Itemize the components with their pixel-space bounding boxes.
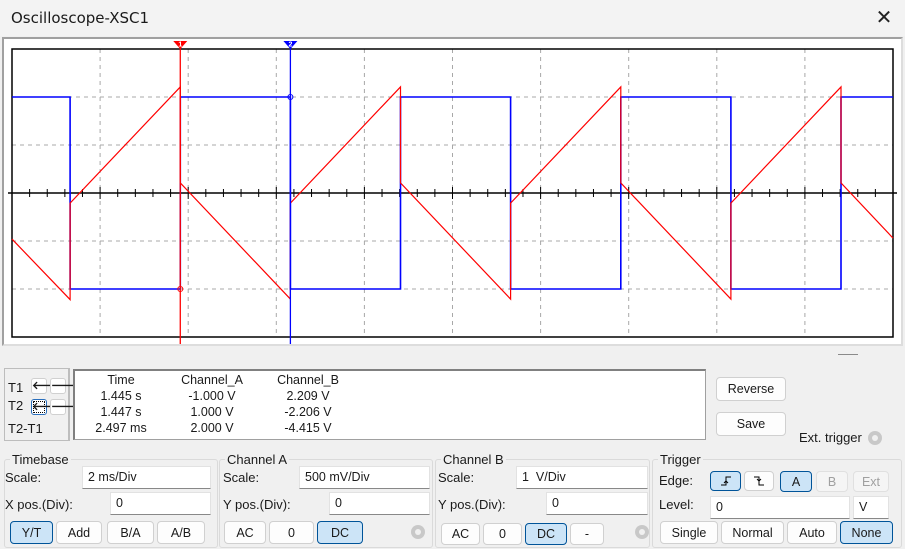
panel-splitter[interactable]: [838, 354, 858, 355]
trigger-source-b-button[interactable]: B: [816, 471, 848, 492]
t1-channel-b: 2.209 V: [286, 389, 330, 403]
rising-edge-icon[interactable]: [710, 471, 741, 491]
t1-left-arrow-icon[interactable]: 🡐: [31, 378, 62, 394]
t2-left-arrow-icon[interactable]: 🡐: [31, 399, 62, 415]
t1-label: T1: [8, 380, 24, 395]
a-over-b-button[interactable]: A/B: [157, 521, 205, 544]
trigger-title: Trigger: [658, 452, 703, 467]
none-button[interactable]: None: [840, 521, 893, 544]
channel-b-scale-input[interactable]: 1 V/Div: [516, 466, 648, 489]
single-button[interactable]: Single: [660, 521, 718, 544]
channel-b-dc-button[interactable]: DC: [525, 523, 567, 545]
channel-a-ac-button[interactable]: AC: [224, 521, 266, 544]
channel-b-terminal[interactable]: [635, 525, 649, 539]
cursor-t2-marker-label: 2: [288, 42, 292, 49]
t2-label: T2: [8, 398, 24, 413]
channel-b-minus-button[interactable]: -: [570, 523, 604, 545]
normal-button[interactable]: Normal: [721, 521, 784, 544]
x-pos-input[interactable]: 0: [110, 492, 211, 515]
ext-trigger-terminal[interactable]: [868, 431, 882, 445]
header-channel-a: Channel_A: [181, 373, 243, 387]
channel-b-ypos-input[interactable]: 0: [546, 492, 648, 515]
t2-t1-label: T2-T1: [8, 421, 43, 436]
add-button[interactable]: Add: [56, 521, 102, 544]
t1-channel-a: -1.000 V: [188, 389, 236, 403]
trigger-source-a-button[interactable]: A: [780, 471, 812, 492]
timebase-scale-input[interactable]: 2 ms/Div: [82, 466, 211, 489]
level-label: Level:: [659, 497, 694, 512]
b-over-a-button[interactable]: B/A: [107, 521, 154, 544]
measurement-readout: Time Channel_A Channel_B 1.445 s -1.000 …: [73, 369, 706, 440]
channel-a-scale-label: Scale:: [223, 470, 260, 485]
window-title: Oscilloscope-XSC1: [11, 9, 150, 27]
reverse-button[interactable]: Reverse: [716, 377, 786, 401]
auto-button[interactable]: Auto: [787, 521, 837, 544]
trigger-level-unit[interactable]: V: [853, 496, 889, 519]
yt-button[interactable]: Y/T: [10, 521, 53, 544]
t1-time: 1.445 s: [100, 389, 142, 403]
channel-a-dc-button[interactable]: DC: [317, 521, 363, 544]
t2-right-arrow-icon[interactable]: 🡒: [50, 399, 81, 415]
t2-time: 1.447 s: [100, 405, 142, 419]
cursor-t1-marker-label: 1: [178, 42, 182, 49]
x-pos-label: X pos.(Div):: [5, 497, 73, 512]
t1-right-arrow-icon[interactable]: 🡒: [50, 378, 81, 394]
channel-a-title: Channel A: [225, 452, 289, 467]
channel-a-ypos-label: Y pos.(Div):: [223, 497, 291, 512]
channel-b-scale-label: Scale:: [438, 470, 475, 485]
header-channel-b: Channel_B: [277, 373, 339, 387]
channel-b-ac-button[interactable]: AC: [441, 523, 480, 545]
cursor-controls: T1 🡐 🡒 T2 🡐 🡒 T2-T1: [4, 368, 81, 441]
timebase-scale-label: Scale:: [5, 470, 42, 485]
diff-channel-a: 2.000 V: [190, 421, 234, 435]
channel-a-zero-button[interactable]: 0: [269, 521, 314, 544]
scope-screen: 12: [2, 37, 903, 346]
t2-channel-b: -2.206 V: [284, 405, 332, 419]
trigger-source-ext-button[interactable]: Ext: [853, 471, 889, 492]
trigger-level-input[interactable]: 0: [710, 496, 850, 519]
channel-b-zero-button[interactable]: 0: [483, 523, 522, 545]
channel-b-title: Channel B: [441, 452, 506, 467]
ext-trigger-label: Ext. trigger: [799, 430, 862, 445]
channel-b-ypos-label: Y pos.(Div):: [438, 497, 506, 512]
scope-display: 12: [8, 41, 897, 344]
diff-time: 2.497 ms: [95, 421, 147, 435]
channel-a-terminal[interactable]: [411, 525, 425, 539]
channel-a-scale-input[interactable]: 500 mV/Div: [299, 466, 430, 489]
falling-edge-icon[interactable]: [744, 471, 774, 491]
channel-a-ypos-input[interactable]: 0: [329, 492, 430, 515]
close-icon[interactable]: ✕: [872, 6, 896, 30]
save-button[interactable]: Save: [716, 412, 786, 436]
edge-label: Edge:: [659, 473, 693, 488]
diff-channel-b: -4.415 V: [284, 421, 332, 435]
header-time: Time: [107, 373, 135, 387]
timebase-title: Timebase: [10, 452, 71, 467]
t2-channel-a: 1.000 V: [190, 405, 234, 419]
